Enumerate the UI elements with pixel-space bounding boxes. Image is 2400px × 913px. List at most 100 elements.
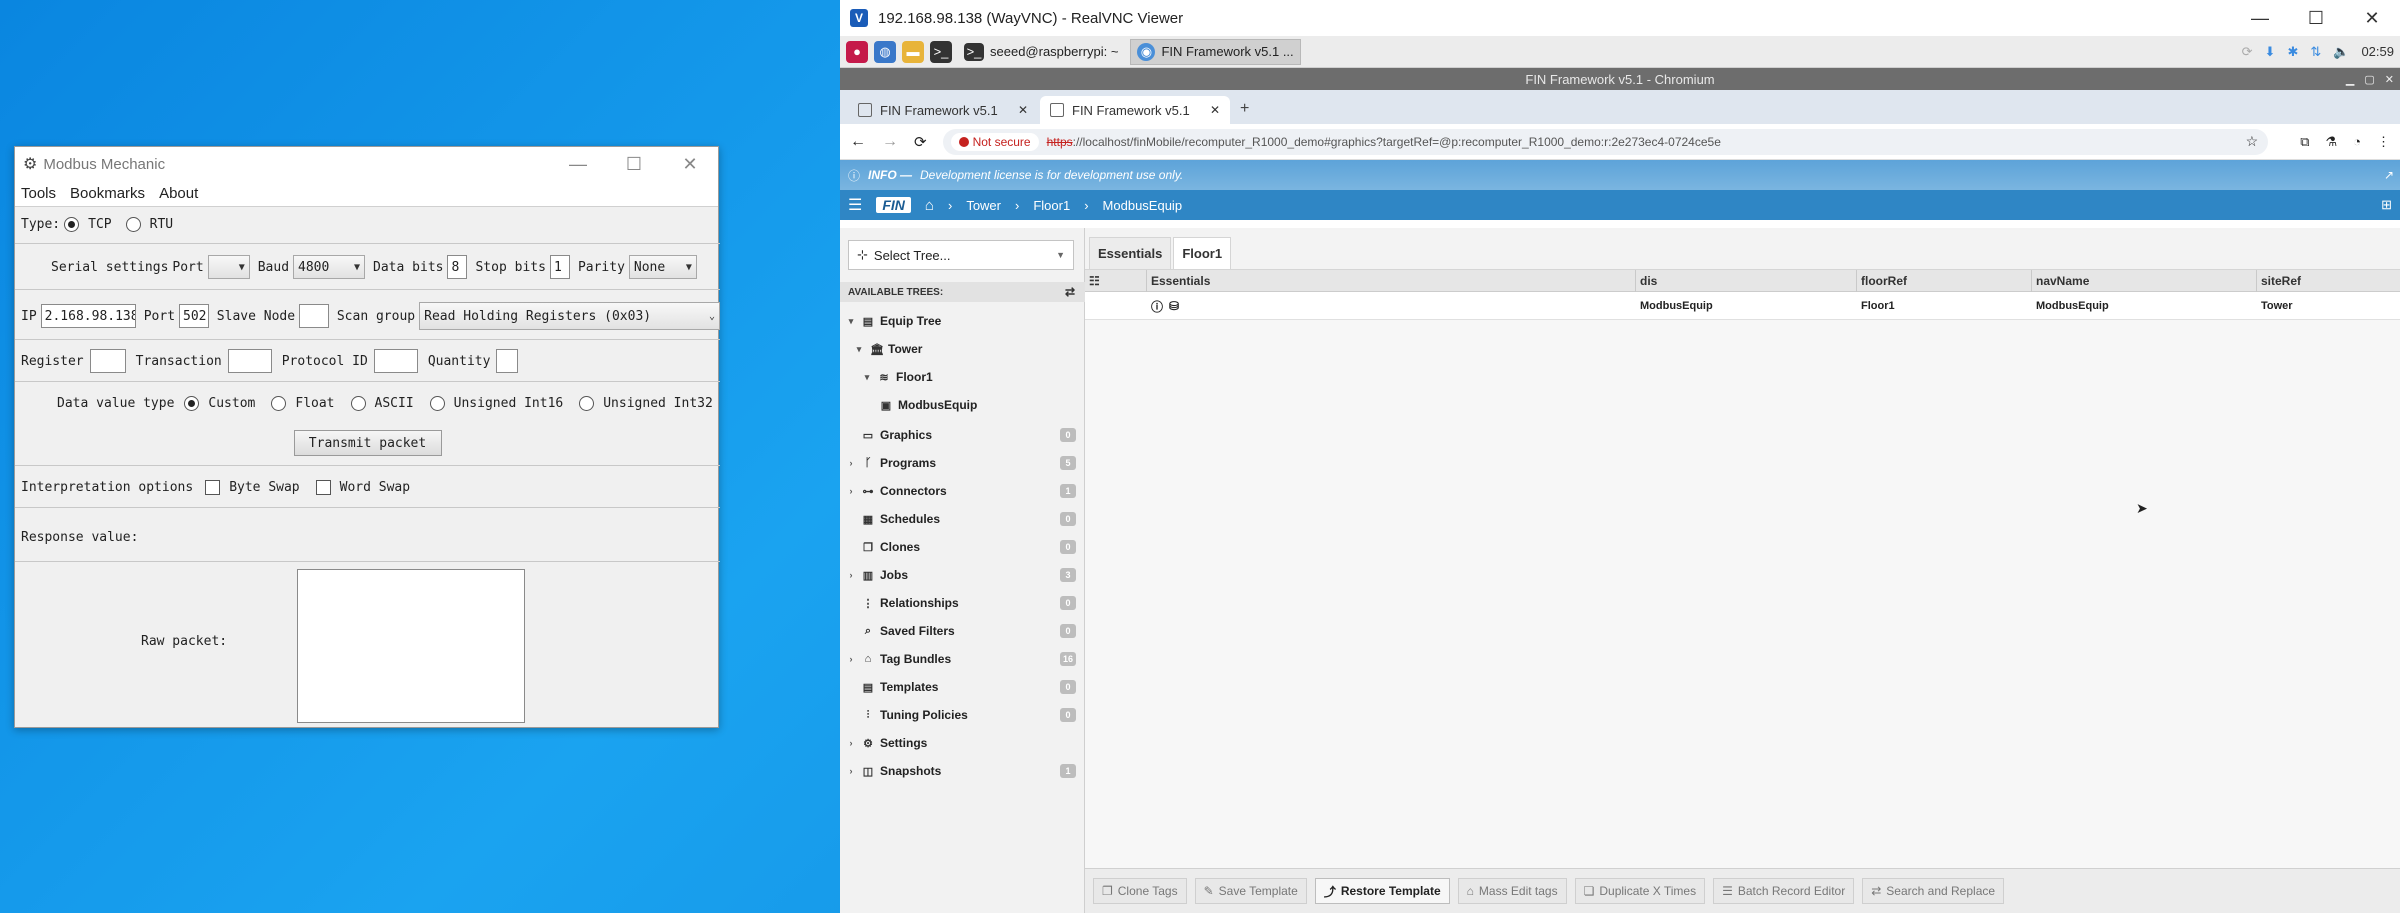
slave-node-input[interactable]: [299, 304, 329, 328]
search-and-replace-button[interactable]: ⇄ Search and Replace: [1862, 878, 2005, 904]
maximize-icon[interactable]: ☐: [2288, 8, 2344, 29]
refresh-icon[interactable]: ⇄: [1065, 285, 1075, 299]
register-input[interactable]: [89, 349, 126, 373]
flask-icon[interactable]: ⚗: [2325, 134, 2337, 150]
tree-schedules[interactable]: ▦ Schedules 0: [846, 508, 1086, 530]
download-icon[interactable]: ⬇: [2265, 44, 2276, 60]
rtu-radio[interactable]: [125, 216, 141, 232]
tree-saved-filters[interactable]: ⌕ Saved Filters 0: [846, 620, 1086, 642]
forward-icon[interactable]: →: [882, 133, 898, 151]
tree-programs[interactable]: › ᚴ Programs 5: [846, 452, 1086, 474]
menu-bookmarks[interactable]: Bookmarks: [70, 185, 145, 202]
close-icon[interactable]: ✕: [662, 147, 718, 181]
tree-equip-tree[interactable]: ▾ ▤ Equip Tree: [846, 310, 1086, 332]
close-icon[interactable]: ✕: [1210, 103, 1220, 117]
chromium-titlebar[interactable]: FIN Framework v5.1 - Chromium ▁ ▢ ✕: [840, 68, 2400, 90]
mass-edit-tags-button[interactable]: ⌂ Mass Edit tags: [1457, 878, 1567, 904]
folder-icon[interactable]: ▬: [902, 40, 924, 63]
back-icon[interactable]: ←: [850, 133, 866, 151]
tree-modbusequip[interactable]: ▣ ModbusEquip: [880, 394, 1120, 416]
column-essentials[interactable]: Essentials: [1147, 270, 1636, 292]
column-options[interactable]: ☷: [1085, 270, 1147, 292]
column-dis[interactable]: dis: [1636, 270, 1857, 292]
quantity-input[interactable]: [496, 349, 519, 373]
breadcrumb-modbusequip[interactable]: ModbusEquip: [1103, 198, 1183, 213]
table-row[interactable]: ⓘ ⛁ ModbusEquip Floor1 ModbusEquip Tower: [1085, 292, 2400, 320]
tree-settings[interactable]: › ⚙ Settings: [846, 732, 1086, 754]
globe-icon[interactable]: ◍: [874, 40, 896, 63]
tcp-radio[interactable]: [64, 216, 80, 232]
tree-tag-bundles[interactable]: › ⌂ Tag Bundles 16: [846, 648, 1086, 670]
tree-templates[interactable]: ▤ Templates 0: [846, 676, 1086, 698]
menu-about[interactable]: About: [159, 185, 198, 202]
select-tree-dropdown[interactable]: ⊹ Select Tree... ▼: [848, 240, 1074, 270]
byte-swap-checkbox[interactable]: [205, 479, 221, 495]
vnc-titlebar[interactable]: V 192.168.98.138 (WayVNC) - RealVNC View…: [840, 0, 2400, 36]
network-icon[interactable]: ⇅: [2310, 44, 2321, 60]
stop-bits-input[interactable]: 1: [549, 255, 570, 279]
profile-icon[interactable]: ◔: [2353, 134, 2361, 149]
hamburger-icon[interactable]: ☰: [848, 195, 862, 215]
tree-floor1[interactable]: ▾ ≋ Floor1: [862, 366, 1102, 388]
column-siteref[interactable]: siteRef: [2257, 270, 2400, 292]
word-swap-checkbox[interactable]: [315, 479, 331, 495]
tab-essentials[interactable]: Essentials: [1089, 237, 1172, 269]
tree-tuning-policies[interactable]: ⫶ Tuning Policies 0: [846, 704, 1086, 726]
minimize-icon[interactable]: ▁: [2346, 73, 2354, 86]
float-radio[interactable]: [271, 395, 287, 411]
parity-select[interactable]: None ▼: [628, 255, 697, 279]
serial-port-select[interactable]: ▼: [207, 255, 250, 279]
sync-icon[interactable]: ⟳: [2242, 44, 2253, 60]
tree-snapshots[interactable]: › ◫ Snapshots 1: [846, 760, 1086, 782]
save-template-button[interactable]: ✎ Save Template: [1194, 878, 1307, 904]
close-icon[interactable]: ✕: [2385, 73, 2394, 86]
clone-tags-button[interactable]: ❐ Clone Tags: [1093, 878, 1187, 904]
volume-icon[interactable]: 🔈: [2333, 44, 2349, 60]
not-secure-badge[interactable]: Not secure: [950, 132, 1039, 151]
taskbar-terminal[interactable]: >_ seeed@raspberrypi: ~: [958, 39, 1124, 65]
tab-floor1[interactable]: Floor1: [1173, 237, 1232, 269]
transaction-input[interactable]: [227, 349, 272, 373]
close-icon[interactable]: ✕: [1018, 103, 1028, 117]
ip-input[interactable]: 2.168.98.138: [40, 304, 136, 328]
minimize-icon[interactable]: —: [550, 147, 606, 181]
scan-group-select[interactable]: Read Holding Registers (0x03) ⌄: [419, 302, 720, 330]
equip-icon[interactable]: ⛁: [1169, 299, 1179, 313]
tree-tower[interactable]: ▾ 🏛 Tower: [854, 338, 1094, 360]
browser-tab-2[interactable]: FIN Framework v5.1 ✕: [1040, 96, 1230, 124]
bluetooth-icon[interactable]: ✱: [2287, 44, 2298, 60]
url-omnibox[interactable]: Not secure https://localhost/finMobile/r…: [942, 128, 2269, 155]
tree-relationships[interactable]: ⋮ Relationships 0: [846, 592, 1086, 614]
tree-clones[interactable]: ❐ Clones 0: [846, 536, 1086, 558]
tree-connectors[interactable]: › ⊶ Connectors 1: [846, 480, 1086, 502]
raw-packet-textarea[interactable]: [297, 569, 525, 723]
bookmark-star-icon[interactable]: ☆: [2246, 133, 2259, 150]
breadcrumb-floor1[interactable]: Floor1: [1033, 198, 1070, 213]
grid-icon[interactable]: ⊞: [2381, 197, 2392, 213]
batch-record-editor-button[interactable]: ☰ Batch Record Editor: [1713, 878, 1855, 904]
uint32-radio[interactable]: [579, 395, 595, 411]
info-icon[interactable]: ⓘ: [1151, 298, 1163, 315]
column-floorref[interactable]: floorRef: [1857, 270, 2032, 292]
protocol-id-input[interactable]: [373, 349, 418, 373]
data-bits-input[interactable]: 8: [447, 255, 468, 279]
breadcrumb-tower[interactable]: Tower: [966, 198, 1001, 213]
duplicate-x-times-button[interactable]: ❏ Duplicate X Times: [1574, 878, 1706, 904]
home-icon[interactable]: ⌂: [925, 197, 934, 214]
terminal-icon[interactable]: >_: [930, 40, 952, 63]
minimize-icon[interactable]: —: [2232, 8, 2288, 29]
tcp-port-input[interactable]: 502: [179, 304, 209, 328]
modbus-titlebar[interactable]: ⚙ Modbus Mechanic — ☐ ✕: [15, 147, 718, 181]
taskbar-chromium[interactable]: ◉ FIN Framework v5.1 ...: [1130, 38, 1301, 65]
external-link-icon[interactable]: ↗: [2384, 168, 2394, 182]
restore-template-button[interactable]: ⤴ Restore Template: [1314, 878, 1450, 904]
ascii-radio[interactable]: [350, 395, 366, 411]
column-navname[interactable]: navName: [2032, 270, 2257, 292]
new-tab-icon[interactable]: +: [1232, 100, 1257, 124]
maximize-icon[interactable]: ☐: [606, 147, 662, 181]
close-icon[interactable]: ✕: [2344, 8, 2400, 29]
tree-jobs[interactable]: › ▥ Jobs 3: [846, 564, 1086, 586]
transmit-packet-button[interactable]: Transmit packet: [293, 430, 442, 456]
maximize-icon[interactable]: ▢: [2364, 73, 2374, 86]
uint16-radio[interactable]: [429, 395, 445, 411]
